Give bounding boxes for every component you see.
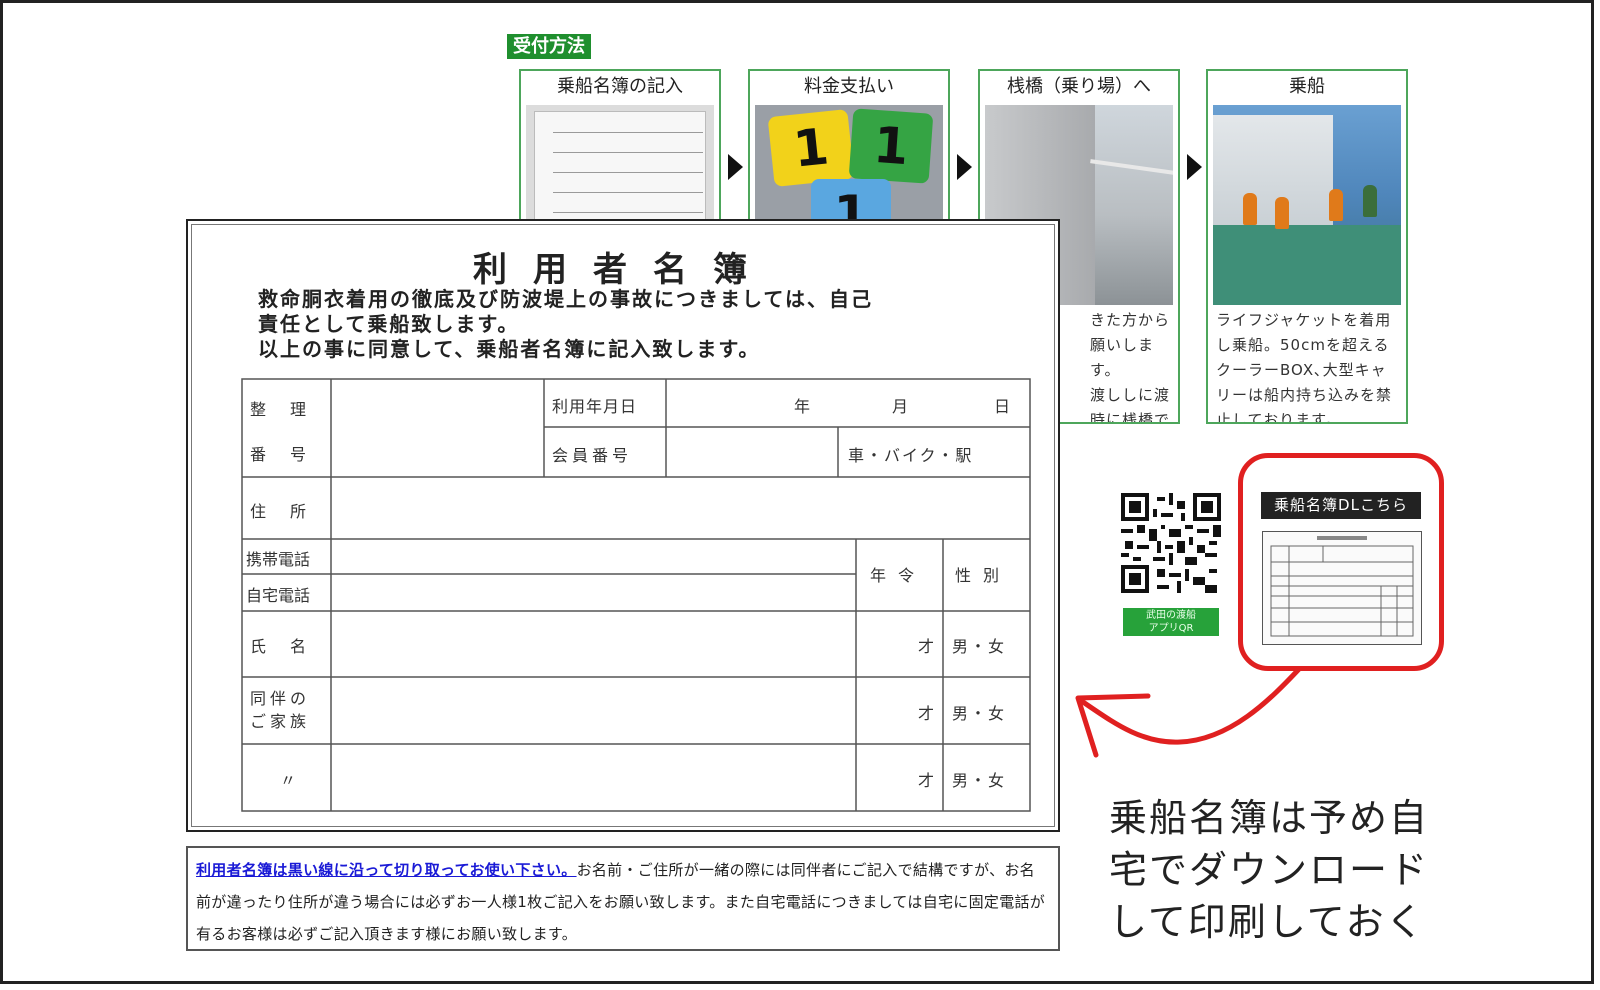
reception-method-label: 受付方法	[507, 34, 591, 59]
form-intro-line: 責任として乗船致します。	[258, 312, 520, 336]
cell-transport-label: 車・バイク・駅	[848, 446, 974, 465]
step-title: 料金支払い	[804, 76, 894, 97]
cell-name-label: 氏 名	[250, 637, 311, 656]
cell-sai-label: 才	[918, 637, 939, 656]
cutout-instruction-link[interactable]: 利用者名簿は黒い線に沿って切り取ってお使い下さい。	[196, 861, 577, 879]
cell-address-label: 住 所	[250, 502, 311, 521]
cell-home-phone-label: 自宅電話	[246, 586, 311, 605]
cell-year-label: 年	[794, 397, 815, 416]
arrow-right-icon	[957, 154, 972, 180]
ticket-green: 1	[848, 108, 934, 184]
cell-date-label: 利用年月日	[552, 397, 638, 416]
step-title: 桟橋（乗り場）へ	[1007, 76, 1151, 97]
cell-sai-label: 才	[918, 771, 939, 790]
download-hint-note: 乗船名簿は予め自宅でダウンロードして印刷しておく	[1109, 796, 1430, 944]
cell-family-label: 同伴の ご家族	[250, 689, 311, 731]
download-register-button[interactable]: 乗船名簿DLこちら	[1261, 492, 1421, 519]
cell-gender-label: 男・女	[952, 637, 1007, 656]
arrow-right-icon	[728, 154, 743, 180]
app-qr-code[interactable]	[1121, 493, 1221, 593]
ticket-yellow: 1	[767, 109, 855, 187]
form-intro-line: 救命胴衣着用の徹底及び防波堤上の事故につきましては、自己	[258, 287, 873, 311]
form-usage-note: 利用者名簿は黒い線に沿って切り取ってお使い下さい。お名前・ご住所が一緒の際には同…	[186, 846, 1060, 951]
form-intro: 救命胴衣着用の徹底及び防波堤上の事故につきましては、自己 責任として乗船致します…	[258, 287, 1018, 362]
cell-month-label: 月	[892, 397, 913, 416]
cell-day-label: 日	[994, 397, 1015, 416]
qr-caption: 武田の渡船 アプリQR	[1123, 608, 1219, 636]
cell-ditto-label: 〃	[280, 771, 301, 790]
cell-bango-label: 番 号	[250, 445, 311, 464]
cell-member-no-label: 会員番号	[552, 446, 633, 465]
step-description: きた方から 願いします。 渡ししに渡 時に桟橋で 釣り場まで い。	[1090, 311, 1171, 424]
boarding-photo	[1213, 105, 1401, 305]
register-form-thumbnail[interactable]	[1262, 531, 1422, 645]
form-intro-line: 以上の事に同意して、乗船者名簿に記入致します。	[258, 337, 761, 361]
form-table-grid	[241, 378, 1031, 812]
cell-sex-label: 性別	[955, 566, 1012, 585]
cell-sai-label: 才	[918, 704, 939, 723]
step-card-boarding: 乗船 ライフジャケットを着用 し乗船。50cmを超える クーラーBOX､大型キャ…	[1206, 69, 1408, 424]
cell-gender-label: 男・女	[952, 771, 1007, 790]
form-title: 利用者名簿	[473, 250, 773, 290]
user-register-form: 利用者名簿 救命胴衣着用の徹底及び防波堤上の事故につきましては、自己 責任として…	[186, 219, 1060, 832]
step-title: 乗船	[1289, 76, 1325, 97]
step-title: 乗船名簿の記入	[557, 76, 683, 97]
cell-seiri-label: 整 理	[250, 400, 311, 419]
arrow-right-icon	[1187, 154, 1202, 180]
cell-gender-label: 男・女	[952, 704, 1007, 723]
cell-mobile-label: 携帯電話	[246, 550, 311, 569]
step-description: ライフジャケットを着用 し乗船。50cmを超える クーラーBOX､大型キャ リー…	[1216, 311, 1393, 424]
cell-age-label: 年令	[870, 566, 927, 585]
